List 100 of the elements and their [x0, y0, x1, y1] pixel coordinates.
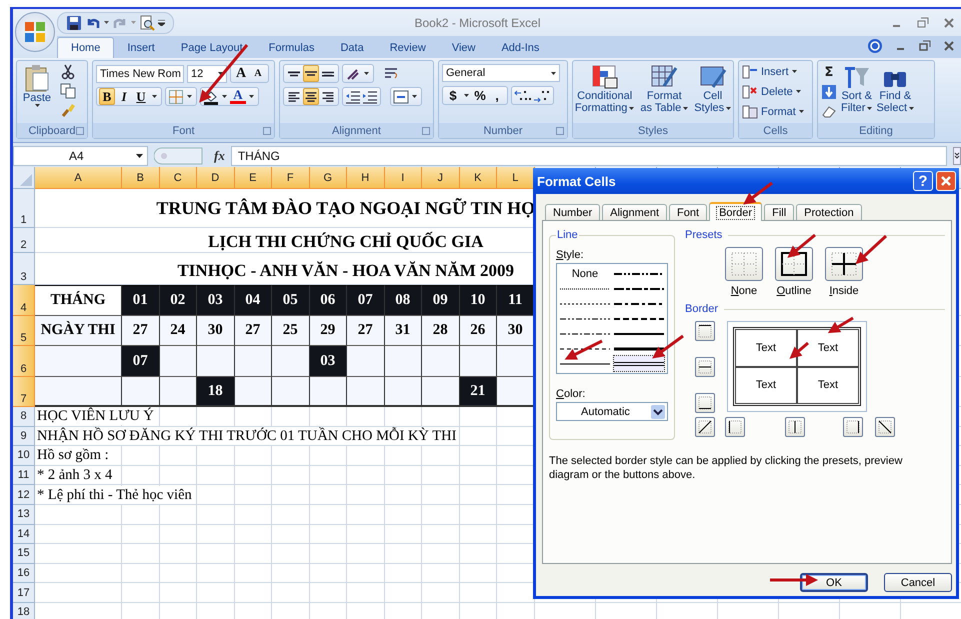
caret-icon[interactable]	[462, 94, 471, 97]
preset-none-button[interactable]	[725, 247, 763, 281]
office-button[interactable]	[15, 12, 55, 52]
row-header[interactable]: 7	[13, 377, 35, 407]
ribbon-tab[interactable]: Home	[57, 37, 114, 58]
row-header[interactable]: 15	[13, 544, 35, 564]
ribbon-tab[interactable]: Formulas	[256, 37, 328, 58]
caret-icon[interactable]	[104, 21, 109, 24]
font-size-combo[interactable]: 12	[187, 64, 227, 82]
merge-cells-icon[interactable]	[393, 88, 409, 104]
decrease-indent-icon[interactable]	[345, 88, 361, 104]
fill-down-icon[interactable]	[821, 84, 837, 100]
dialog-tab[interactable]: Protection	[796, 204, 862, 220]
ribbon-tab[interactable]: Review	[376, 37, 439, 58]
column-header[interactable]: H	[347, 167, 384, 189]
preset-outline-button[interactable]	[775, 247, 813, 281]
comma-button[interactable]: ,	[489, 87, 505, 104]
shrink-font-button[interactable]: A	[250, 65, 266, 82]
increase-indent-icon[interactable]	[362, 88, 378, 104]
caret-icon[interactable]	[362, 72, 371, 75]
save-icon[interactable]	[66, 14, 82, 30]
border-diagonal-up-button[interactable]	[695, 417, 715, 437]
ok-button[interactable]: OK	[800, 573, 868, 592]
caret-icon[interactable]	[220, 95, 229, 98]
align-middle-button[interactable]	[303, 65, 319, 82]
dialog-tab[interactable]: Fill	[764, 204, 794, 220]
brush-icon[interactable]	[60, 102, 76, 118]
find-select-button[interactable]: Find & Select	[876, 64, 914, 120]
caret-icon[interactable]	[185, 95, 194, 98]
grow-font-button[interactable]: A	[233, 65, 249, 82]
dialog-tab[interactable]: Number	[545, 204, 600, 220]
underline-button[interactable]: U	[133, 88, 149, 105]
column-header[interactable]: K	[460, 167, 497, 189]
row-header[interactable]: 11	[13, 466, 35, 486]
ribbon-tab[interactable]: Add-Ins	[488, 37, 552, 58]
percent-button[interactable]: %	[472, 87, 488, 104]
column-header[interactable]: A	[35, 167, 122, 189]
cancel-button[interactable]: Cancel	[884, 573, 952, 592]
row-header[interactable]: 5	[13, 316, 35, 346]
ribbon-tab[interactable]: View	[438, 37, 488, 58]
row-header[interactable]: 14	[13, 524, 35, 544]
row-header[interactable]: 10	[13, 446, 35, 466]
column-header[interactable]: E	[234, 167, 272, 189]
ribbon-tab[interactable]: Insert	[114, 37, 168, 58]
row-header[interactable]: 17	[13, 583, 35, 603]
align-center-button[interactable]	[303, 88, 319, 105]
column-header[interactable]: B	[122, 167, 160, 189]
color-dropdown[interactable]: Automatic	[556, 402, 668, 421]
expand-formula-bar-icon[interactable]	[953, 147, 961, 165]
caret-icon[interactable]	[410, 95, 419, 98]
column-header[interactable]: F	[272, 167, 310, 189]
border-preview[interactable]: Text Text Text Text	[727, 321, 867, 412]
font-name-combo[interactable]: Times New Rom	[96, 64, 184, 82]
currency-button[interactable]: $	[445, 87, 461, 104]
row-header[interactable]: 18	[13, 602, 35, 619]
ribbon-tab[interactable]: Page Layout	[168, 37, 256, 58]
delete-cells-button[interactable]: Delete	[742, 83, 809, 100]
dialog-tab[interactable]: Font	[669, 204, 708, 220]
border-top-button[interactable]	[695, 321, 715, 341]
border-bottom-button[interactable]	[695, 393, 715, 413]
conditional-formatting-button[interactable]: Conditional Formatting	[574, 64, 634, 114]
name-box[interactable]: A4	[13, 146, 148, 166]
row-header[interactable]: 4	[13, 285, 35, 316]
formula-bar-handle-icon[interactable]	[154, 147, 204, 165]
row-header[interactable]: 3	[13, 253, 35, 285]
border-diagonal-down-button[interactable]	[875, 417, 895, 437]
preset-inside-button[interactable]	[825, 247, 863, 281]
scissors-icon[interactable]	[60, 64, 76, 80]
dialog-tab[interactable]: Alignment	[602, 204, 668, 220]
column-header[interactable]: I	[384, 167, 422, 189]
restore-icon[interactable]	[919, 40, 931, 52]
row-header[interactable]: 1	[13, 189, 35, 228]
border-left-button[interactable]	[725, 417, 745, 437]
column-header[interactable]: C	[160, 167, 197, 189]
fill-bucket-icon[interactable]	[203, 88, 219, 104]
border-right-button[interactable]	[843, 417, 863, 437]
column-header[interactable]: L	[497, 167, 534, 189]
help-button[interactable]: ?	[913, 171, 933, 191]
sort-filter-button[interactable]: Sort & Filter	[841, 64, 872, 120]
line-style-list[interactable]: None	[556, 263, 668, 374]
close-button[interactable]	[936, 171, 956, 191]
row-header[interactable]: 12	[13, 485, 35, 505]
font-color-button[interactable]: A	[230, 90, 246, 104]
row-header[interactable]: 2	[13, 228, 35, 253]
autosum-button[interactable]: Σ	[821, 64, 837, 81]
row-header[interactable]: 16	[13, 564, 35, 584]
row-header[interactable]: 9	[13, 426, 35, 446]
caret-icon[interactable]	[247, 95, 256, 98]
formula-input[interactable]: THÁNG	[230, 146, 947, 166]
line-style-option[interactable]	[614, 356, 664, 371]
number-format-combo[interactable]: General	[442, 64, 560, 82]
dialog-tab[interactable]: Border	[709, 202, 762, 221]
column-header[interactable]: D	[197, 167, 234, 189]
insert-cells-button[interactable]: Insert	[742, 63, 809, 80]
border-middle-button[interactable]	[695, 357, 715, 377]
restore-icon[interactable]	[917, 16, 929, 28]
border-center-button[interactable]	[785, 417, 805, 437]
bold-button[interactable]: B	[99, 88, 115, 105]
line-style-option[interactable]: None	[560, 266, 610, 281]
print-preview-icon[interactable]	[139, 14, 155, 30]
